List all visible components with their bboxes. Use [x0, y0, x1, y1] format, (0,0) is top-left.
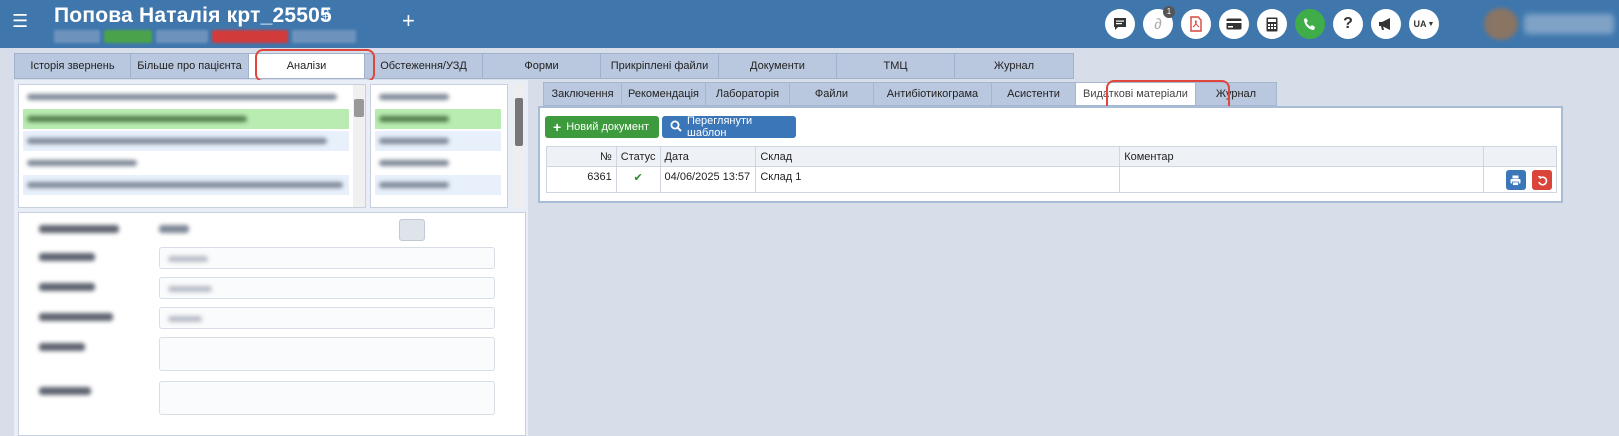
tab-antibiogram[interactable]: Антибіотикограма [873, 82, 991, 106]
col-date[interactable]: Дата [659, 146, 757, 167]
app-header: ☰ Попова Наталія крт_25505 ♀ + ∂ 1 ? UA … [0, 0, 1619, 48]
tab-assistants[interactable]: Асистенти [991, 82, 1075, 106]
dates-list [370, 84, 508, 208]
tab-history[interactable]: Історія звернень [14, 53, 130, 79]
list-item[interactable] [23, 153, 349, 173]
female-icon: ♀ [318, 3, 333, 25]
patient-name: Попова Наталія крт_25505 [54, 4, 332, 27]
chevron-down-icon: ▼ [1427, 20, 1435, 28]
field-label [39, 253, 95, 261]
notification-badge: 1 [1163, 6, 1175, 18]
tab-files[interactable]: Файли [789, 82, 873, 106]
list-item[interactable] [23, 131, 349, 151]
field-label [39, 283, 95, 291]
text-area[interactable] [159, 381, 495, 415]
pdf-icon[interactable] [1181, 9, 1211, 39]
row-warehouse: Склад 1 [755, 166, 1121, 193]
check-icon: ✔ [615, 166, 661, 193]
field-label [39, 313, 113, 321]
language-selector[interactable]: UA ▼ [1409, 9, 1439, 39]
col-number[interactable]: № [546, 146, 617, 167]
documents-table: № Статус Дата Склад Коментар 6361 ✔ 04/0… [546, 146, 1557, 193]
phone-icon[interactable] [1295, 9, 1325, 39]
col-warehouse[interactable]: Склад [755, 146, 1121, 167]
list-item[interactable] [23, 109, 349, 129]
plus-icon: + [553, 119, 562, 135]
avatar[interactable] [1484, 8, 1518, 40]
header-toolbar: ∂ 1 ? UA ▼ [1105, 6, 1439, 39]
add-button[interactable]: + [402, 9, 415, 33]
card-icon[interactable] [1219, 9, 1249, 39]
menu-icon[interactable]: ☰ [12, 12, 28, 30]
tab-patient-info[interactable]: Більше про пацієнта [130, 53, 248, 79]
analyses-panel [14, 80, 528, 436]
undo-icon [1537, 175, 1547, 186]
help-icon[interactable]: ? [1333, 9, 1363, 39]
scrollbar[interactable] [353, 85, 365, 207]
main-tabs: Історія звернень Більше про пацієнта Ана… [14, 53, 1074, 79]
tab-documents[interactable]: Документи [718, 53, 836, 79]
user-name[interactable] [1524, 14, 1614, 34]
new-document-button[interactable]: + Новий документ [545, 116, 659, 138]
print-icon [1510, 175, 1521, 186]
tab-laboratory[interactable]: Лабораторія [705, 82, 789, 106]
scrollbar[interactable] [514, 84, 524, 208]
select-field[interactable] [159, 247, 495, 269]
field-label [39, 343, 85, 351]
tab-recommendation[interactable]: Рекомендація [621, 82, 705, 106]
sign-icon[interactable]: ∂ 1 [1143, 6, 1175, 39]
field-label [39, 225, 119, 233]
col-comment[interactable]: Коментар [1119, 146, 1485, 167]
row-comment [1119, 166, 1485, 193]
list-item[interactable] [23, 87, 349, 107]
analysis-form [18, 212, 526, 436]
table-header: № Статус Дата Склад Коментар [546, 146, 1557, 167]
col-actions [1483, 146, 1557, 167]
select-field[interactable] [159, 307, 495, 329]
text-area[interactable] [159, 337, 495, 371]
col-status[interactable]: Статус [615, 146, 661, 167]
tab-conclusion[interactable]: Заключення [543, 82, 621, 106]
undo-button[interactable] [1532, 170, 1552, 190]
tab-examinations[interactable]: Обстеження/УЗД [364, 53, 482, 79]
consumables-panel: + Новий документ Переглянути шаблон № Ст… [538, 106, 1563, 203]
field-label [39, 387, 91, 395]
patient-badges [54, 30, 356, 43]
view-template-button[interactable]: Переглянути шаблон [662, 115, 796, 139]
row-number: 6361 [546, 166, 617, 193]
row-date: 04/06/2025 13:57 [659, 166, 757, 193]
chat-icon[interactable] [1105, 9, 1135, 39]
tab-journal[interactable]: Журнал [954, 53, 1074, 79]
highlight-frame-analyses [255, 49, 375, 82]
list-item[interactable] [23, 175, 349, 195]
select-field[interactable] [159, 277, 495, 299]
search-icon [670, 120, 682, 135]
calculator-button[interactable] [399, 219, 425, 241]
print-button[interactable] [1505, 170, 1526, 190]
row-actions [1483, 166, 1557, 193]
field-value [159, 225, 189, 233]
tab-inventory[interactable]: ТМЦ [836, 53, 954, 79]
analyses-list[interactable] [18, 84, 366, 208]
tab-attached-files[interactable]: Прикріплені файли [600, 53, 718, 79]
tab-forms[interactable]: Форми [482, 53, 600, 79]
calculator-icon[interactable] [1257, 9, 1287, 39]
table-row[interactable]: 6361 ✔ 04/06/2025 13:57 Склад 1 [546, 166, 1557, 193]
megaphone-icon[interactable] [1371, 9, 1401, 39]
